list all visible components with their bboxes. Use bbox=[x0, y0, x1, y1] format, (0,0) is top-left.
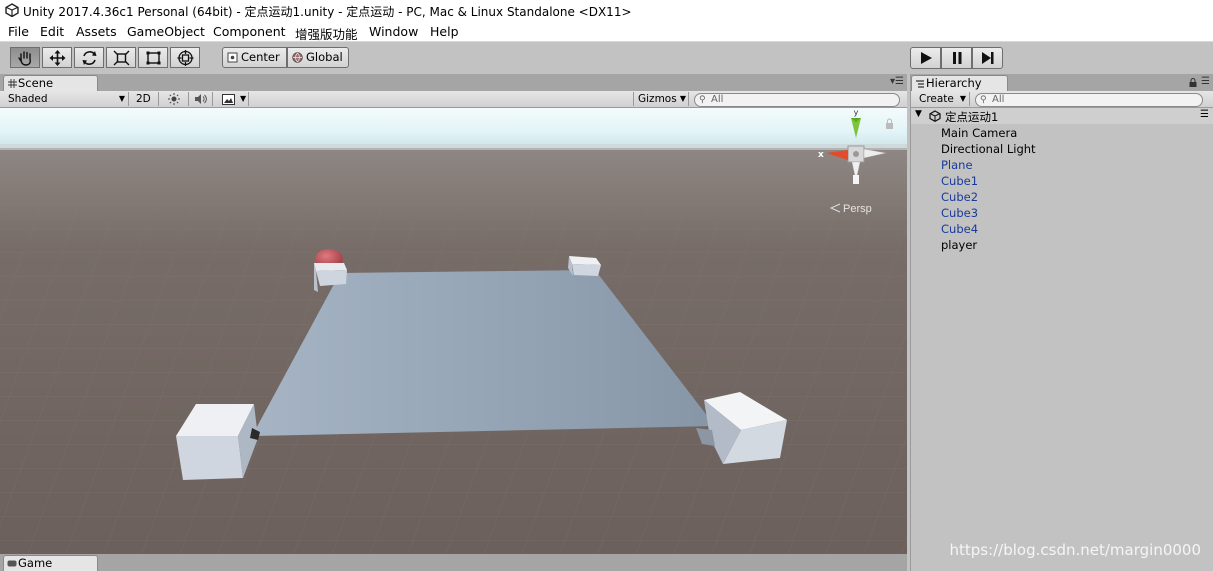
center-pivot-icon bbox=[227, 52, 238, 63]
scene-tab-label: Scene bbox=[18, 76, 54, 90]
step-button[interactable] bbox=[972, 47, 1003, 69]
scene-audio-toggle[interactable] bbox=[190, 92, 213, 106]
dropdown-arrow-icon: ▼ bbox=[959, 94, 966, 103]
hierarchy-item-cube3[interactable]: Cube3 bbox=[941, 206, 978, 220]
panel-menu-icon[interactable]: ▾☰ bbox=[890, 76, 904, 87]
scene-name: 定点运动1 bbox=[945, 110, 999, 124]
image-effects-icon bbox=[222, 94, 235, 105]
pivot-mode-label: Center bbox=[241, 50, 280, 64]
scale-tool-button[interactable] bbox=[106, 47, 136, 68]
scene-root-row[interactable]: ▼ 定点运动1 ☰ bbox=[911, 108, 1213, 124]
move-arrows-icon bbox=[49, 50, 66, 66]
hand-tool-button[interactable] bbox=[10, 47, 40, 68]
watermark-text: https://blog.csdn.net/margin0000 bbox=[949, 541, 1201, 559]
menu-component[interactable]: Component bbox=[213, 24, 286, 39]
hierarchy-panel: Hierarchy ☰ Create ▼ ⚲ All ▼ 定点运动1 ☰ Mai… bbox=[910, 74, 1213, 571]
gizmo-y-label: y bbox=[854, 108, 859, 117]
hierarchy-item-player[interactable]: player bbox=[941, 238, 977, 252]
shading-mode-dropdown[interactable]: Shaded ▼ bbox=[4, 92, 129, 106]
menu-file[interactable]: File bbox=[8, 24, 29, 39]
create-dropdown[interactable]: Create ▼ bbox=[915, 92, 970, 106]
expand-arrow-icon[interactable]: ▼ bbox=[915, 109, 922, 119]
hierarchy-item-plane[interactable]: Plane bbox=[941, 158, 973, 172]
projection-label[interactable]: Persp bbox=[843, 203, 872, 215]
hierarchy-subtoolbar: Create ▼ ⚲ All bbox=[911, 91, 1213, 108]
window-title: Unity 2017.4.36c1 Personal (64bit) - 定点运… bbox=[23, 5, 632, 19]
scene-tab-strip: Scene ▾☰ bbox=[0, 74, 907, 91]
grid-icon bbox=[8, 79, 17, 88]
hierarchy-search-placeholder: All bbox=[992, 94, 1005, 105]
scene-render[interactable]: y x Persp bbox=[0, 108, 907, 554]
menu-window[interactable]: Window bbox=[369, 24, 418, 39]
pivot-rotation-label: Global bbox=[306, 50, 343, 64]
scene-viewport[interactable]: y x Persp bbox=[0, 108, 907, 554]
gamepad-icon bbox=[7, 560, 17, 567]
step-icon bbox=[982, 52, 994, 64]
pause-button[interactable] bbox=[941, 47, 972, 69]
panel-menu-icon[interactable]: ☰ bbox=[1201, 76, 1210, 87]
hand-icon bbox=[18, 51, 31, 66]
mode-2d-toggle[interactable]: 2D bbox=[132, 92, 159, 106]
menu-assets[interactable]: Assets bbox=[76, 24, 117, 39]
lock-icon[interactable] bbox=[1189, 78, 1197, 87]
gizmos-label: Gizmos bbox=[638, 93, 677, 105]
game-tab-strip: Game bbox=[0, 554, 907, 571]
pause-icon bbox=[953, 52, 962, 64]
menu-help[interactable]: Help bbox=[430, 24, 459, 39]
rotate-icon bbox=[82, 51, 97, 65]
hierarchy-item-cube1[interactable]: Cube1 bbox=[941, 174, 978, 188]
menu-gameobject[interactable]: GameObject bbox=[127, 24, 205, 39]
rect-tool-button[interactable] bbox=[138, 47, 168, 68]
menu-bar: File Edit Assets GameObject Component 增强… bbox=[0, 21, 1213, 42]
globe-icon bbox=[292, 52, 303, 63]
play-icon bbox=[921, 52, 932, 64]
rotate-tool-button[interactable] bbox=[74, 47, 104, 68]
pivot-mode-toggle[interactable]: Center bbox=[222, 47, 287, 68]
scene-search-input[interactable]: ⚲ All bbox=[694, 93, 900, 107]
tab-hierarchy[interactable]: Hierarchy bbox=[911, 75, 1008, 91]
play-button[interactable] bbox=[910, 47, 941, 69]
menu-enhanced[interactable]: 增强版功能 bbox=[295, 24, 358, 43]
gizmo-x-label: x bbox=[818, 150, 824, 160]
unity-logo-icon bbox=[5, 3, 19, 17]
menu-edit[interactable]: Edit bbox=[40, 24, 64, 39]
tab-scene[interactable]: Scene bbox=[3, 75, 98, 91]
main-toolbar: Center Global bbox=[0, 42, 1213, 74]
list-icon bbox=[916, 80, 924, 88]
dropdown-arrow-icon: ▼ bbox=[118, 94, 125, 103]
hierarchy-item-cube4[interactable]: Cube4 bbox=[941, 222, 978, 236]
dropdown-arrow-icon: ▼ bbox=[679, 94, 686, 103]
shading-mode-label: Shaded bbox=[8, 93, 48, 105]
search-icon: ⚲ bbox=[699, 95, 706, 105]
sun-icon bbox=[168, 93, 180, 105]
hierarchy-search-input[interactable]: ⚲ All bbox=[975, 93, 1203, 107]
hierarchy-tab-label: Hierarchy bbox=[926, 76, 982, 90]
title-bar: Unity 2017.4.36c1 Personal (64bit) - 定点运… bbox=[0, 0, 1213, 21]
game-tab-label: Game bbox=[18, 556, 53, 570]
search-icon: ⚲ bbox=[980, 95, 987, 105]
pivot-rotation-toggle[interactable]: Global bbox=[287, 47, 349, 68]
scene-effects-dropdown[interactable]: ▼ bbox=[218, 92, 249, 106]
rect-transform-icon bbox=[146, 51, 161, 65]
transform-tool-button[interactable] bbox=[170, 47, 200, 68]
scene-search-placeholder: All bbox=[711, 94, 724, 105]
hierarchy-tab-strip: Hierarchy ☰ bbox=[911, 74, 1213, 91]
speaker-icon bbox=[195, 94, 207, 104]
dropdown-arrow-icon: ▼ bbox=[240, 94, 247, 103]
tab-game[interactable]: Game bbox=[3, 555, 98, 571]
move-tool-button[interactable] bbox=[42, 47, 72, 68]
transform-icon bbox=[177, 50, 194, 66]
hierarchy-item-directional-light[interactable]: Directional Light bbox=[941, 142, 1036, 156]
create-label: Create bbox=[919, 93, 954, 105]
scene-panel: Scene ▾☰ Shaded ▼ 2D ▼ Gizmos ▼ ⚲ All y … bbox=[0, 74, 907, 571]
unity-scene-icon bbox=[929, 110, 941, 122]
hierarchy-item-main-camera[interactable]: Main Camera bbox=[941, 126, 1017, 140]
gizmos-dropdown[interactable]: Gizmos ▼ bbox=[633, 92, 689, 106]
scene-lighting-toggle[interactable] bbox=[164, 92, 189, 106]
hierarchy-item-cube2[interactable]: Cube2 bbox=[941, 190, 978, 204]
scene-subtoolbar: Shaded ▼ 2D ▼ Gizmos ▼ ⚲ All bbox=[0, 91, 907, 108]
scale-icon bbox=[113, 50, 130, 66]
scene-menu-icon[interactable]: ☰ bbox=[1200, 109, 1209, 120]
